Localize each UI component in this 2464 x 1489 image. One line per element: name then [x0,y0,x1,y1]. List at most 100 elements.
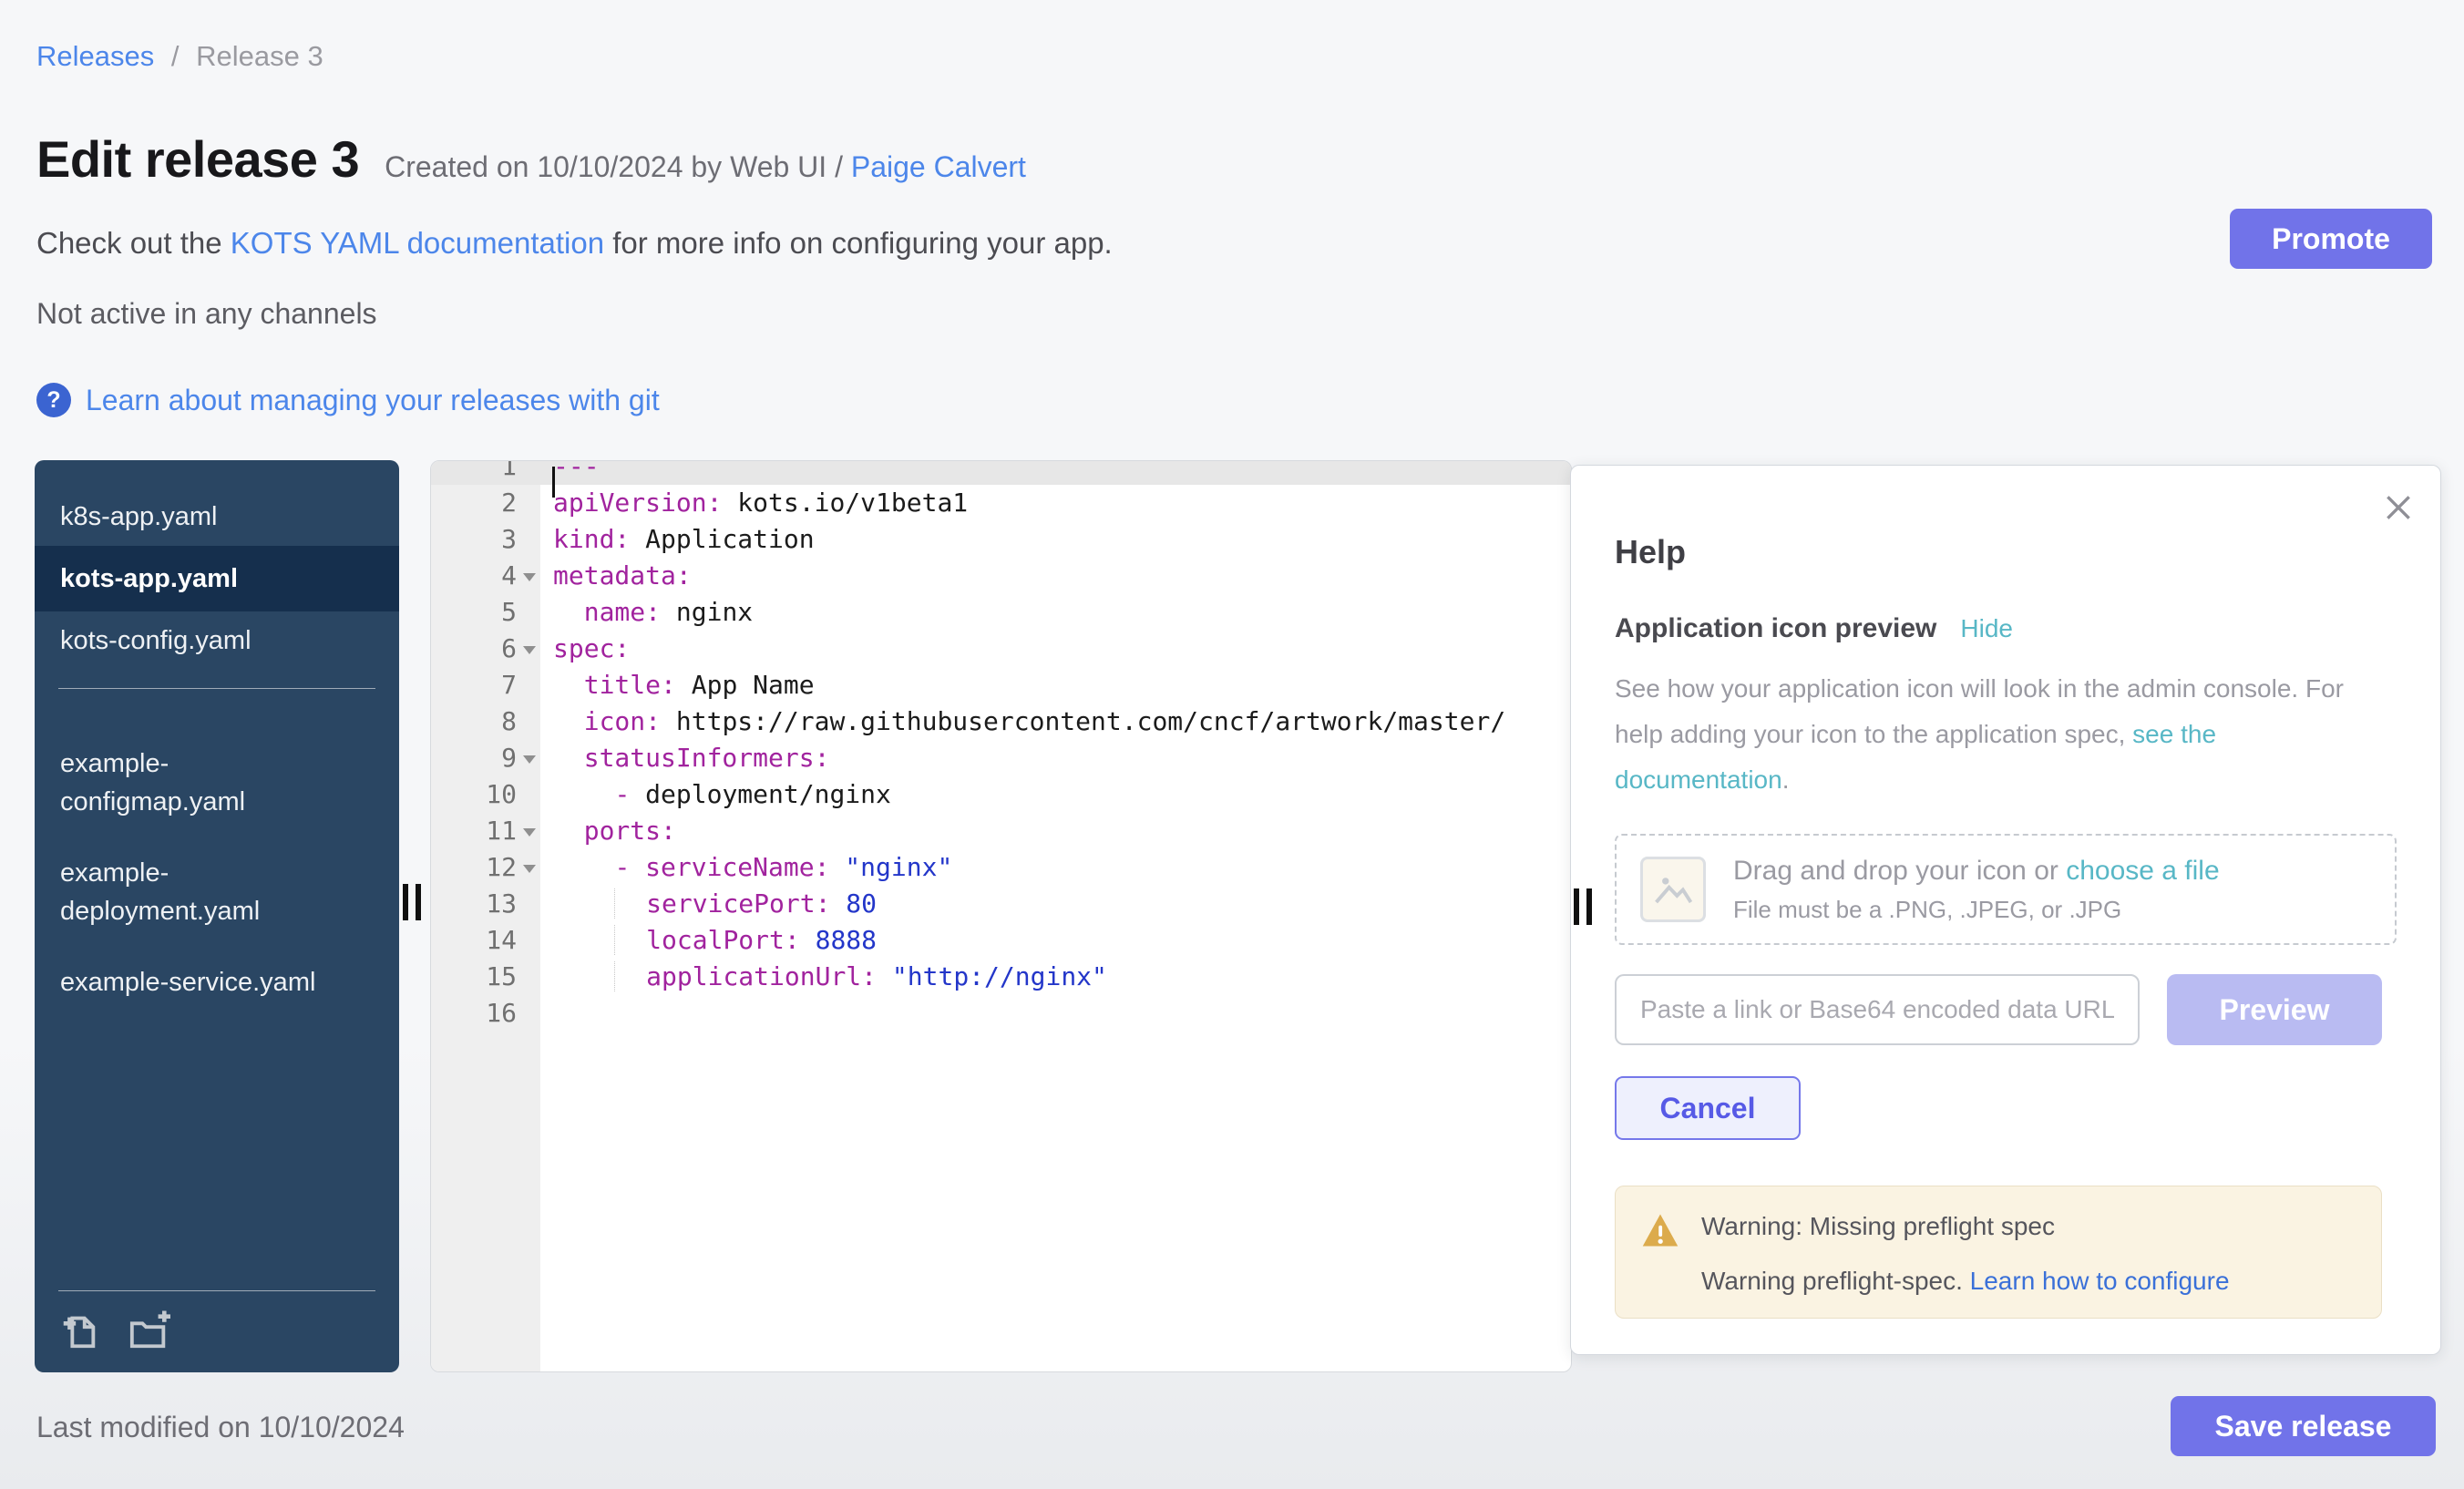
fold-arrow-icon[interactable] [523,865,536,873]
kots-yaml-docs-link[interactable]: KOTS YAML documentation [231,226,604,260]
save-release-button[interactable]: Save release [2171,1396,2436,1456]
docs-note-before: Check out the [36,226,231,260]
code-line-13[interactable]: servicePort: 80 [540,886,1571,922]
resize-handle-right[interactable] [1574,888,1592,925]
git-releases-link[interactable]: Learn about managing your releases with … [86,384,660,417]
icon-preview-section-header: Application icon preview Hide [1615,613,2397,644]
resize-handle-left[interactable] [403,884,421,920]
gutter-line-7: 7 [431,667,540,703]
code-line-10[interactable]: - deployment/nginx [540,776,1571,813]
hide-link[interactable]: Hide [1960,614,2013,643]
code-token [553,888,614,919]
sidebar-file-example-configmap.yaml[interactable]: example-configmap.yaml [35,734,343,831]
gutter-line-16: 16 [431,995,540,1032]
code-token: servicePort: [646,888,830,919]
gutter-line-2: 2 [431,485,540,521]
dropzone-text: Drag and drop your icon or choose a file… [1733,856,2220,924]
docs-note-after: for more info on configuring your app. [604,226,1113,260]
warning-text: Warning: Missing preflight spec Warning … [1701,1212,2230,1296]
code-token: Application [630,524,814,554]
git-help-row: ? Learn about managing your releases wit… [36,383,660,417]
icon-dropzone[interactable]: Drag and drop your icon or choose a file… [1615,834,2397,945]
add-file-icon[interactable] [58,1309,100,1356]
choose-file-link[interactable]: choose a file [2066,856,2219,886]
code-token [553,816,584,846]
gutter-line-8: 8 [431,703,540,740]
code-token: applicationUrl: [646,961,877,991]
code-token [553,597,584,627]
code-token: - serviceName: [614,852,829,882]
code-token [553,852,614,882]
code-token [553,925,614,955]
gutter-line-9: 9 [431,740,540,776]
close-icon[interactable] [2380,489,2417,530]
code-line-5[interactable]: name: nginx [540,594,1571,631]
code-line-12[interactable]: - serviceName: "nginx" [540,849,1571,886]
fold-arrow-icon[interactable] [523,755,536,764]
gutter-line-10: 10 [431,776,540,813]
help-panel-title: Help [1615,533,2397,571]
fold-arrow-icon[interactable] [523,573,536,581]
preflight-warning-box: Warning: Missing preflight spec Warning … [1615,1186,2382,1319]
code-token: kind: [553,524,630,554]
sidebar-file-k8s-app.yaml[interactable]: k8s-app.yaml [35,488,399,546]
code-line-3[interactable]: kind: Application [540,521,1571,558]
code-line-14[interactable]: localPort: 8888 [540,922,1571,959]
file-list-examples: example-configmap.yaml example-deployment… [35,707,399,1011]
code-line-16[interactable] [540,995,1571,1032]
code-line-15[interactable]: applicationUrl: "http://nginx" [540,959,1571,995]
sidebar-file-example-service.yaml[interactable]: example-service.yaml [35,953,343,1011]
code-token: apiVersion: [553,488,722,518]
gutter-line-11: 11 [431,813,540,849]
editor-gutter: 12345678910111213141516 [431,461,540,1371]
warning-body: Warning preflight-spec. Learn how to con… [1701,1267,2230,1296]
description-period: . [1782,765,1790,794]
code-line-7[interactable]: title: App Name [540,667,1571,703]
add-folder-icon[interactable] [126,1309,173,1356]
learn-configure-link[interactable]: Learn how to configure [1970,1267,2230,1295]
description-text: See how your application icon will look … [1615,674,2344,748]
code-line-1[interactable]: --- [540,461,1571,485]
code-line-4[interactable]: metadata: [540,558,1571,594]
gutter-line-1: 1 [431,461,540,485]
cancel-button[interactable]: Cancel [1615,1076,1801,1140]
title-row: Edit release 3 Created on 10/10/2024 by … [36,129,1026,189]
gutter-line-3: 3 [431,521,540,558]
sidebar-file-kots-app.yaml[interactable]: kots-app.yaml [35,546,399,611]
image-placeholder-icon [1640,857,1706,922]
code-token [553,706,584,736]
code-token: title: [584,670,676,700]
icon-url-input[interactable] [1615,974,2140,1045]
drop-instruction: Drag and drop your icon or [1733,856,2066,886]
gutter-line-15: 15 [431,959,540,995]
code-line-9[interactable]: statusInformers: [540,740,1571,776]
sidebar-file-kots-config.yaml[interactable]: kots-config.yaml [35,611,399,670]
code-token [614,961,646,991]
editor-code-area[interactable]: ---apiVersion: kots.io/v1beta1kind: Appl… [540,461,1571,1371]
paste-row: Preview [1615,974,2397,1045]
created-line: Created on 10/10/2024 by Web UI / Paige … [385,150,1026,184]
code-line-6[interactable]: spec: [540,631,1571,667]
created-author-link[interactable]: Paige Calvert [851,150,1026,183]
sidebar-file-example-deployment.yaml[interactable]: example-deployment.yaml [35,844,343,940]
gutter-line-12: 12 [431,849,540,886]
code-token [614,888,646,919]
question-icon[interactable]: ? [36,383,71,417]
yaml-editor[interactable]: 12345678910111213141516 ---apiVersion: k… [430,460,1572,1372]
promote-button[interactable]: Promote [2230,209,2432,269]
fold-arrow-icon[interactable] [523,828,536,837]
preview-button[interactable]: Preview [2167,974,2382,1045]
gutter-line-6: 6 [431,631,540,667]
code-line-8[interactable]: icon: https://raw.githubusercontent.com/… [540,703,1571,740]
code-line-2[interactable]: apiVersion: kots.io/v1beta1 [540,485,1571,521]
fold-arrow-icon[interactable] [523,646,536,654]
gutter-line-5: 5 [431,594,540,631]
docs-note: Check out the KOTS YAML documentation fo… [36,226,1113,261]
breadcrumb-releases-link[interactable]: Releases [36,40,154,72]
file-sidebar: k8s-app.yamlkots-app.yamlkots-config.yam… [35,460,399,1372]
code-line-11[interactable]: ports: [540,813,1571,849]
code-token [553,670,584,700]
code-token: metadata: [553,560,692,590]
code-token: ports: [584,816,676,846]
code-token: deployment/nginx [645,779,891,809]
